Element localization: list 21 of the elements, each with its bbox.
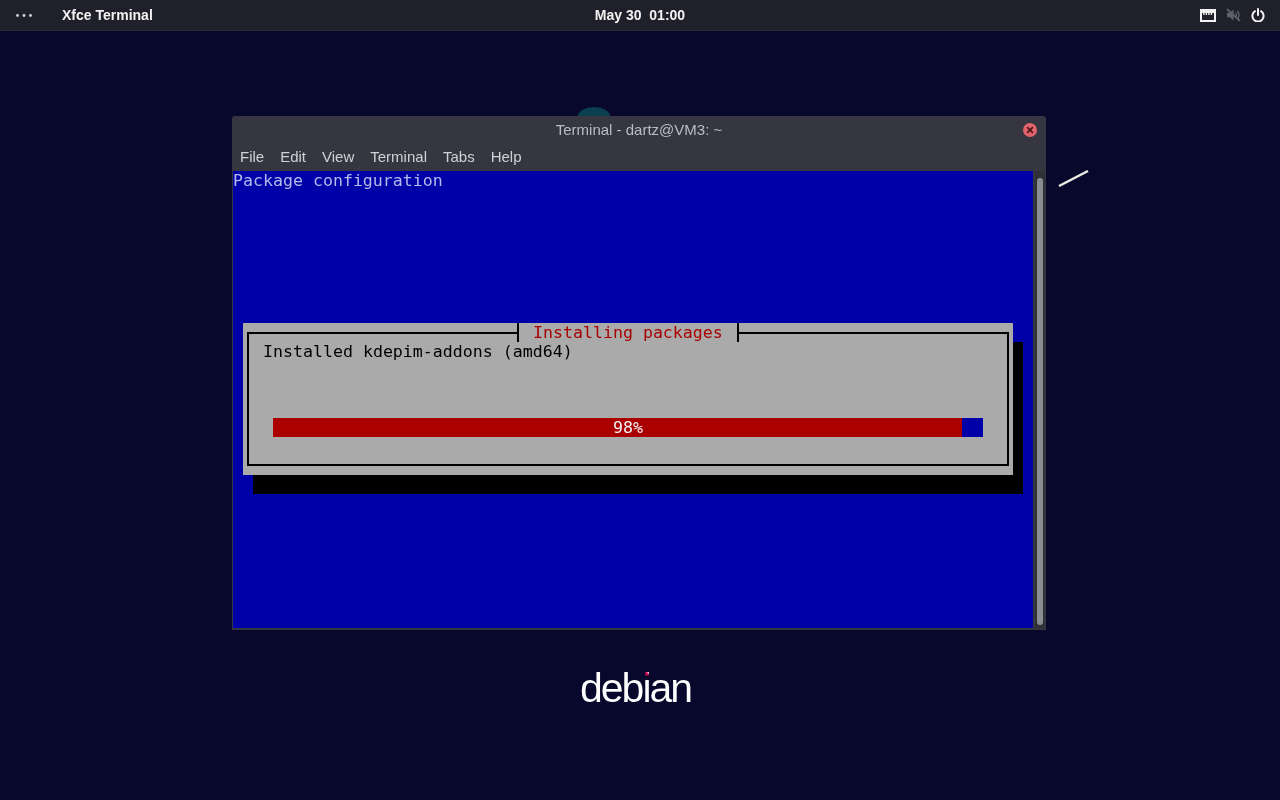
scrollbar-thumb[interactable] xyxy=(1037,178,1043,625)
dialog-title: Installing packages xyxy=(517,323,739,342)
menu-item[interactable]: Help xyxy=(482,144,530,171)
menu-item[interactable]: Terminal xyxy=(362,144,435,171)
backtitle: Package configuration xyxy=(233,171,443,190)
blob-drawing xyxy=(578,106,610,116)
progress-percent: 98% xyxy=(613,418,643,437)
window-title: Terminal - dartz@VM3: ~ xyxy=(555,119,723,140)
speaker-muted-icon[interactable] xyxy=(1226,8,1241,22)
menu-item[interactable]: Edit xyxy=(272,144,315,171)
menu-item[interactable]: Tabs xyxy=(434,144,483,171)
menu-item[interactable]: File xyxy=(232,144,273,171)
app-title[interactable]: Xfce Terminal xyxy=(62,4,153,26)
more-dots-icon[interactable] xyxy=(16,13,32,17)
diagonal-line-drawing xyxy=(1058,170,1089,187)
ethernet-port-icon[interactable] xyxy=(1200,8,1216,22)
close-icon[interactable] xyxy=(1023,123,1037,137)
dialog-message: Installed kdepim-addons (amd64) xyxy=(263,342,573,361)
menu-item[interactable]: View xyxy=(314,144,363,171)
power-icon[interactable] xyxy=(1251,8,1265,22)
clock[interactable]: May 30 01:00 xyxy=(594,4,686,26)
